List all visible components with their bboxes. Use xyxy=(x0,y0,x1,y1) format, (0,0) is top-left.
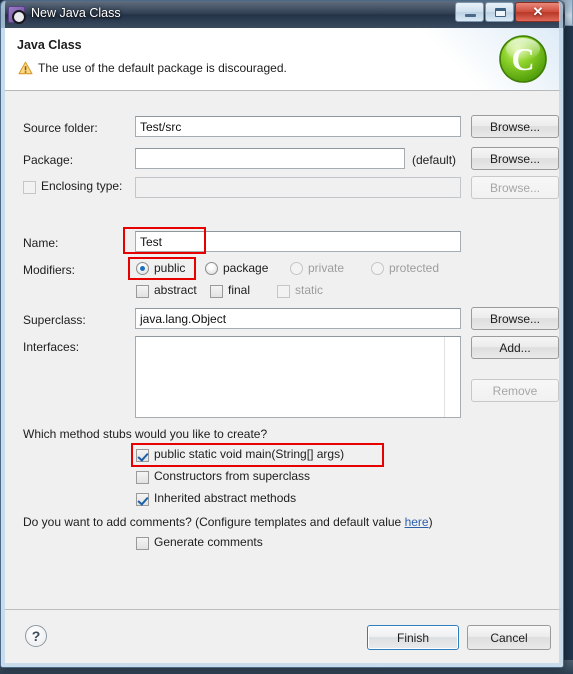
package-label: Package: xyxy=(23,153,74,167)
enclosing-type-checkbox[interactable] xyxy=(23,181,36,194)
enclosing-type-label: Enclosing type: xyxy=(41,179,123,193)
dialog-footer: ? Finish Cancel xyxy=(5,610,561,665)
modifier-radio-private xyxy=(290,262,303,275)
comments-question: Do you want to add comments? (Configure … xyxy=(23,515,433,529)
package-input[interactable] xyxy=(135,148,405,169)
stub-checkbox-constructors[interactable] xyxy=(136,471,149,484)
comments-question-suffix: ) xyxy=(428,515,433,529)
modifier-radio-public[interactable] xyxy=(136,262,149,275)
superclass-label: Superclass: xyxy=(23,313,86,327)
modifiers-label: Modifiers: xyxy=(23,263,76,277)
help-button[interactable]: ? xyxy=(25,625,47,647)
dialog-header: Java Class The use of the default packag… xyxy=(5,28,561,91)
stub-checkbox-main-method[interactable] xyxy=(136,449,149,462)
finish-button[interactable]: Finish xyxy=(367,625,459,650)
modifier-radio-package[interactable] xyxy=(205,262,218,275)
generate-comments-label: Generate comments xyxy=(154,535,263,549)
modifier-checkbox-abstract[interactable] xyxy=(136,285,149,298)
generate-comments-checkbox[interactable] xyxy=(136,537,149,550)
java-class-logo-icon: C xyxy=(499,35,547,83)
modifier-radio-protected xyxy=(371,262,384,275)
minimize-icon xyxy=(465,14,476,17)
package-default-note: (default) xyxy=(412,153,457,167)
header-warning-message: The use of the default package is discou… xyxy=(38,61,287,75)
modifier-label-package: package xyxy=(223,261,269,275)
method-stubs-question: Which method stubs would you like to cre… xyxy=(23,427,268,441)
close-button[interactable]: ✕ xyxy=(515,2,561,22)
new-java-class-dialog: New Java Class ✕ Java Class The use of t… xyxy=(0,0,565,668)
modifier-label-static: static xyxy=(295,283,324,297)
package-browse-button[interactable]: Browse... xyxy=(471,147,559,170)
svg-text:C: C xyxy=(511,41,534,77)
close-icon: ✕ xyxy=(532,4,544,19)
modifier-checkbox-static xyxy=(277,285,290,298)
source-folder-browse-button[interactable]: Browse... xyxy=(471,115,559,138)
warning-triangle-icon xyxy=(18,61,33,75)
superclass-browse-button[interactable]: Browse... xyxy=(471,307,559,330)
interfaces-scrollbar[interactable] xyxy=(444,337,460,417)
interfaces-remove-button: Remove xyxy=(471,379,559,402)
name-input[interactable]: Test xyxy=(135,231,461,252)
modifier-label-abstract: abstract xyxy=(154,283,197,297)
modifier-checkbox-final[interactable] xyxy=(210,285,223,298)
dialog-content: Source folder: Test/src Browse... Packag… xyxy=(5,91,561,609)
restore-button[interactable] xyxy=(485,2,514,22)
stub-label-inherited-abstract: Inherited abstract methods xyxy=(154,491,297,505)
comments-question-prefix: Do you want to add comments? (Configure … xyxy=(23,515,405,529)
configure-templates-link[interactable]: here xyxy=(405,515,429,529)
cancel-button[interactable]: Cancel xyxy=(467,625,551,650)
dialog-titlebar[interactable]: New Java Class ✕ xyxy=(1,1,565,28)
window-controls: ✕ xyxy=(454,2,561,22)
modifier-label-public: public xyxy=(154,261,186,275)
interfaces-label: Interfaces: xyxy=(23,340,80,354)
stub-label-main-method: public static void main(String[] args) xyxy=(154,447,345,461)
modifier-label-protected: protected xyxy=(389,261,440,275)
gear-icon xyxy=(8,6,26,24)
minimize-button[interactable] xyxy=(455,2,484,22)
superclass-input[interactable]: java.lang.Object xyxy=(135,308,461,329)
stub-checkbox-inherited-abstract[interactable] xyxy=(136,493,149,506)
modifier-label-private: private xyxy=(308,261,345,275)
stub-label-constructors: Constructors from superclass xyxy=(154,469,311,483)
page-title: Java Class xyxy=(17,38,82,52)
modifier-label-final: final xyxy=(228,283,251,297)
restore-icon xyxy=(495,8,506,17)
interfaces-add-button[interactable]: Add... xyxy=(471,336,559,359)
source-folder-label: Source folder: xyxy=(23,121,98,135)
window-title: New Java Class xyxy=(31,6,121,20)
desktop-background: New Java Class ✕ Java Class The use of t… xyxy=(0,0,573,674)
interfaces-listbox[interactable] xyxy=(135,336,461,418)
enclosing-type-input xyxy=(135,177,461,198)
source-folder-input[interactable]: Test/src xyxy=(135,116,461,137)
name-label: Name: xyxy=(23,236,59,250)
enclosing-type-browse-button: Browse... xyxy=(471,176,559,199)
